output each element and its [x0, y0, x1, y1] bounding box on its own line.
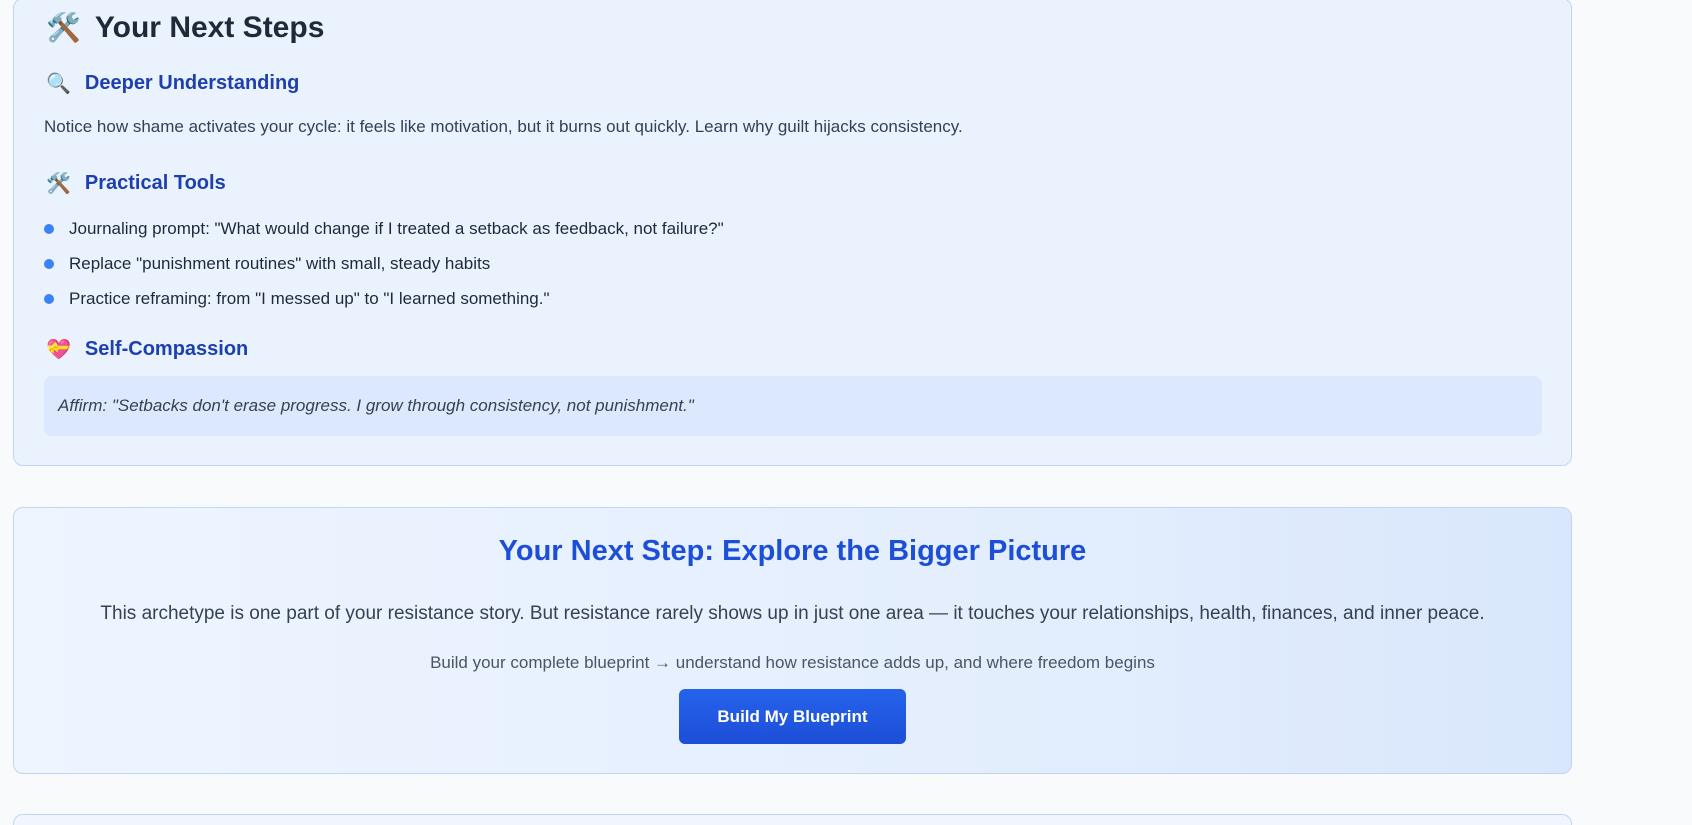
next-steps-card: 🛠️ Your Next Steps 🔍 Deeper Understandin…	[13, 0, 1572, 466]
cta-body: This archetype is one part of your resis…	[100, 603, 1485, 624]
list-item-text: Practice reframing: from "I messed up" t…	[69, 288, 550, 308]
bigger-picture-cta-card: Your Next Step: Explore the Bigger Pictu…	[13, 507, 1572, 774]
magnifying-glass-icon: 🔍	[46, 72, 71, 95]
hammer-and-wrench-icon: 🛠️	[46, 12, 81, 43]
deeper-understanding-label: Deeper Understanding	[84, 72, 300, 94]
page: 🛠️ Your Next Steps 🔍 Deeper Understandin…	[0, 0, 1692, 825]
heart-with-ribbon-icon: 💝	[46, 338, 71, 361]
bullet-dot	[44, 258, 54, 269]
bullet-dot	[44, 293, 54, 304]
list-item: Practice reframing: from "I messed up" t…	[44, 281, 724, 316]
practical-tools-label: Practical Tools	[84, 172, 226, 194]
self-compassion-label: Self-Compassion	[84, 338, 249, 360]
list-item: Replace "punishment routines" with small…	[44, 246, 724, 281]
deeper-understanding-heading: 🔍 Deeper Understanding	[46, 72, 299, 95]
practical-tools-heading: 🛠️ Practical Tools	[46, 172, 226, 195]
next-steps-title: Your Next Steps	[94, 11, 325, 44]
list-item-text: Journaling prompt: "What would change if…	[69, 218, 724, 238]
cta-title: Your Next Step: Explore the Bigger Pictu…	[498, 535, 1087, 567]
list-item-text: Replace "punishment routines" with small…	[69, 253, 491, 273]
hammer-and-wrench-icon: 🛠️	[46, 172, 71, 195]
next-steps-header: 🛠️ Your Next Steps	[46, 11, 324, 45]
next-card-partial	[13, 814, 1572, 825]
build-blueprint-button[interactable]: Build My Blueprint	[679, 689, 906, 744]
practical-tools-list: Journaling prompt: "What would change if…	[44, 211, 724, 316]
affirmation-box: Affirm: "Setbacks don't erase progress. …	[44, 376, 1542, 436]
deeper-understanding-text: Notice how shame activates your cycle: i…	[44, 117, 963, 136]
bullet-dot	[44, 223, 54, 234]
list-item: Journaling prompt: "What would change if…	[44, 211, 724, 246]
cta-subtext: Build your complete blueprint → understa…	[430, 653, 1155, 672]
self-compassion-heading: 💝 Self-Compassion	[46, 338, 248, 361]
